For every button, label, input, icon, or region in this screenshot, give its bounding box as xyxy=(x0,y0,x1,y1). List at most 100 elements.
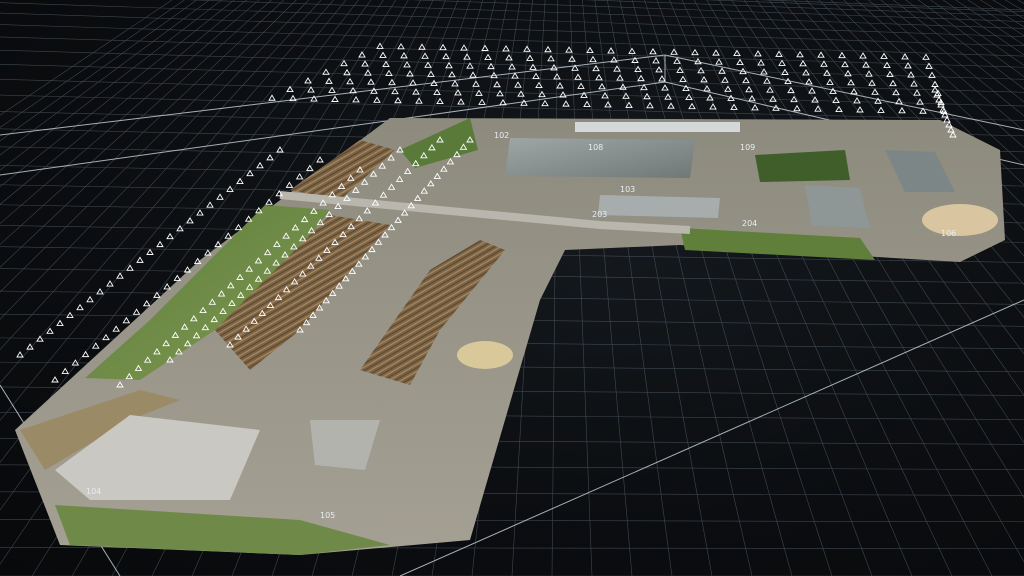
camera-marker[interactable] xyxy=(712,49,720,56)
camera-marker[interactable] xyxy=(721,76,729,83)
camera-marker[interactable] xyxy=(745,85,753,93)
camera-marker[interactable] xyxy=(56,319,64,326)
camera-marker[interactable] xyxy=(286,85,294,93)
camera-marker[interactable] xyxy=(844,69,852,77)
camera-marker[interactable] xyxy=(216,193,224,200)
camera-marker[interactable] xyxy=(306,164,314,171)
camera-marker[interactable] xyxy=(799,59,807,67)
camera-marker[interactable] xyxy=(541,99,549,107)
camera-marker[interactable] xyxy=(856,106,864,113)
camera-marker[interactable] xyxy=(652,57,660,64)
gcp-label-203[interactable]: 203 xyxy=(592,210,607,219)
camera-marker[interactable] xyxy=(838,51,846,59)
camera-marker[interactable] xyxy=(96,288,104,295)
camera-marker[interactable] xyxy=(535,81,543,89)
camera-marker[interactable] xyxy=(847,78,855,86)
camera-marker[interactable] xyxy=(256,161,264,169)
camera-marker[interactable] xyxy=(826,78,834,85)
camera-marker[interactable] xyxy=(655,66,663,73)
camera-marker[interactable] xyxy=(91,342,100,349)
camera-marker[interactable] xyxy=(361,60,369,67)
camera-marker[interactable] xyxy=(805,78,813,85)
camera-marker[interactable] xyxy=(778,59,786,66)
camera-marker[interactable] xyxy=(472,80,480,87)
camera-marker[interactable] xyxy=(331,95,339,102)
camera-marker[interactable] xyxy=(457,98,465,105)
camera-marker[interactable] xyxy=(598,82,606,90)
camera-marker[interactable] xyxy=(922,53,930,60)
camera-marker[interactable] xyxy=(526,54,534,61)
camera-marker[interactable] xyxy=(382,60,390,67)
camera-marker[interactable] xyxy=(166,232,174,240)
camera-marker[interactable] xyxy=(595,73,603,81)
camera-marker[interactable] xyxy=(859,52,867,59)
camera-marker[interactable] xyxy=(424,61,432,68)
camera-marker[interactable] xyxy=(754,50,762,57)
camera-marker[interactable] xyxy=(81,350,90,358)
camera-marker[interactable] xyxy=(781,68,789,75)
gcp-label-105[interactable]: 105 xyxy=(320,511,335,520)
camera-marker[interactable] xyxy=(163,283,171,290)
camera-marker[interactable] xyxy=(565,46,573,53)
camera-marker[interactable] xyxy=(943,116,951,123)
camera-marker[interactable] xyxy=(667,102,675,109)
camera-marker[interactable] xyxy=(562,100,570,107)
camera-marker[interactable] xyxy=(823,69,831,76)
camera-marker[interactable] xyxy=(496,89,504,97)
scene-canvas[interactable]: 104 105 106 103 108 109 203 204 102 xyxy=(0,0,1024,576)
camera-marker[interactable] xyxy=(112,325,120,332)
camera-marker[interactable] xyxy=(46,327,54,334)
camera-marker[interactable] xyxy=(895,97,903,105)
camera-marker[interactable] xyxy=(142,299,151,307)
camera-marker[interactable] xyxy=(86,295,94,303)
camera-marker[interactable] xyxy=(880,52,888,59)
camera-marker[interactable] xyxy=(373,96,381,103)
camera-marker[interactable] xyxy=(547,54,555,62)
camera-marker[interactable] xyxy=(304,77,312,84)
camera-marker[interactable] xyxy=(715,58,723,65)
gcp-label-109[interactable]: 109 xyxy=(740,143,755,152)
camera-marker[interactable] xyxy=(478,98,486,105)
camera-marker[interactable] xyxy=(688,102,696,110)
camera-marker[interactable] xyxy=(234,223,243,231)
camera-marker[interactable] xyxy=(358,51,366,58)
camera-marker[interactable] xyxy=(136,256,144,263)
camera-marker[interactable] xyxy=(236,177,244,184)
camera-marker[interactable] xyxy=(418,43,426,50)
camera-marker[interactable] xyxy=(156,240,164,248)
camera-marker[interactable] xyxy=(376,42,384,49)
camera-marker[interactable] xyxy=(397,42,405,50)
camera-marker[interactable] xyxy=(146,248,154,255)
camera-marker[interactable] xyxy=(850,88,858,95)
gcp-label-102[interactable]: 102 xyxy=(494,131,509,140)
camera-marker[interactable] xyxy=(475,89,483,96)
camera-marker[interactable] xyxy=(499,98,507,106)
gcp-label-204[interactable]: 204 xyxy=(742,219,757,228)
camera-marker[interactable] xyxy=(76,303,84,311)
camera-marker[interactable] xyxy=(910,80,918,87)
camera-marker[interactable] xyxy=(173,274,182,281)
camera-marker[interactable] xyxy=(484,53,492,61)
camera-marker[interactable] xyxy=(244,215,253,222)
camera-marker[interactable] xyxy=(403,61,411,68)
camera-marker[interactable] xyxy=(871,88,879,95)
camera-marker[interactable] xyxy=(415,97,423,104)
camera-marker[interactable] xyxy=(646,101,654,109)
camera-marker[interactable] xyxy=(649,47,657,55)
camera-marker[interactable] xyxy=(556,82,564,89)
camera-marker[interactable] xyxy=(661,84,669,91)
camera-marker[interactable] xyxy=(853,97,861,104)
camera-marker[interactable] xyxy=(439,43,447,51)
camera-marker[interactable] xyxy=(463,53,471,60)
camera-marker[interactable] xyxy=(583,100,591,107)
camera-marker[interactable] xyxy=(574,73,582,80)
camera-marker[interactable] xyxy=(586,46,594,54)
camera-marker[interactable] xyxy=(126,264,134,271)
camera-marker[interactable] xyxy=(793,104,801,112)
camera-marker[interactable] xyxy=(544,45,552,53)
camera-marker[interactable] xyxy=(448,70,456,78)
camera-marker[interactable] xyxy=(224,232,233,239)
camera-marker[interactable] xyxy=(214,240,222,248)
camera-marker[interactable] xyxy=(592,64,600,72)
camera-marker[interactable] xyxy=(769,95,777,102)
